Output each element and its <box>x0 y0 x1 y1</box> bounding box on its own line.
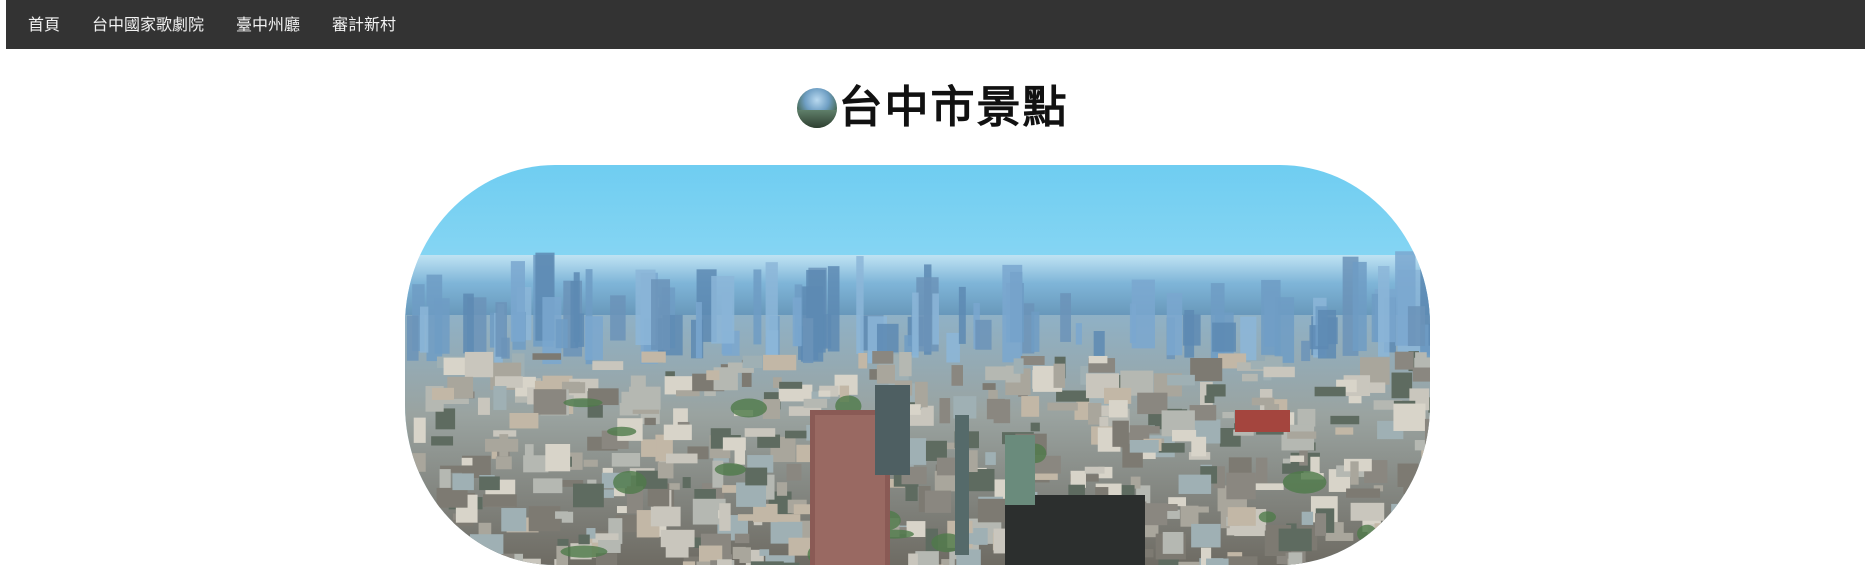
nav-item-home[interactable]: 首頁 <box>22 0 76 49</box>
page-header: 台中市景點 <box>0 78 1865 138</box>
city-skyline-image <box>405 165 1430 565</box>
page: 首頁 台中國家歌劇院 臺中州廳 審計新村 台中市景點 <box>0 0 1865 572</box>
nav-item-national-theater[interactable]: 台中國家歌劇院 <box>76 0 220 49</box>
city-globe-icon <box>796 88 837 128</box>
nav-item-taichung-prefecture-hall[interactable]: 臺中州廳 <box>220 0 316 49</box>
top-navbar: 首頁 台中國家歌劇院 臺中州廳 審計新村 <box>6 0 1865 49</box>
nav-item-audit-village[interactable]: 審計新村 <box>316 0 412 49</box>
hero-image <box>405 165 1430 565</box>
page-title: 台中市景點 <box>838 82 1069 133</box>
